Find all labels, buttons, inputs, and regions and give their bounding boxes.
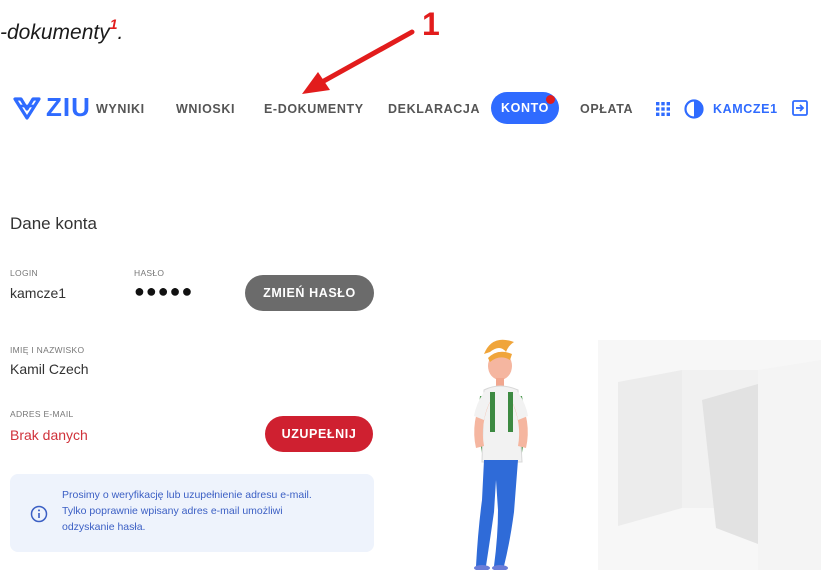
email-label: ADRES E-MAIL xyxy=(10,409,74,419)
email-value: Brak danych xyxy=(10,427,88,443)
info-text: Prosimy o weryfikację lub uzupełnienie a… xyxy=(62,487,362,535)
instruction-caption: -dokumenty1. xyxy=(0,16,124,45)
annotation-number: 1 xyxy=(422,6,440,42)
info-icon xyxy=(30,505,48,523)
nav-wnioski[interactable]: WNIOSKI xyxy=(176,102,235,116)
info-line: Tylko poprawnie wpisany adres e-mail umo… xyxy=(62,505,283,517)
info-line: Prosimy o weryfikację lub uzupełnienie a… xyxy=(62,489,312,501)
ziu-logo[interactable]: ZIU xyxy=(12,92,91,123)
nav-konto-label: KONTO xyxy=(501,101,549,115)
info-line: odzyskanie hasła. xyxy=(62,521,146,533)
login-value: kamcze1 xyxy=(10,285,67,301)
name-value: Kamil Czech xyxy=(10,361,89,377)
section-title: Dane konta xyxy=(10,214,97,233)
nav-konto[interactable]: KONTO xyxy=(491,92,559,124)
password-value: ●●●●● xyxy=(134,281,194,301)
complete-email-button[interactable]: UZUPEŁNIJ xyxy=(265,416,373,452)
login-label: LOGIN xyxy=(10,268,38,278)
contrast-icon[interactable] xyxy=(684,99,704,119)
name-label: IMIĘ I NAZWISKO xyxy=(10,345,85,355)
nav-wyniki[interactable]: WYNIKI xyxy=(96,102,145,116)
student-illustration xyxy=(474,339,821,570)
logout-icon[interactable] xyxy=(791,99,809,117)
apps-grid-icon[interactable] xyxy=(656,102,670,116)
notification-dot xyxy=(546,95,555,104)
caption-superscript: 1 xyxy=(109,16,118,32)
change-password-button[interactable]: ZMIEŃ HASŁO xyxy=(245,275,374,311)
logo-icon xyxy=(13,96,41,120)
email-info-box: Prosimy o weryfikację lub uzupełnienie a… xyxy=(10,474,374,552)
top-navigation: ZIU WYNIKI WNIOSKI E-DOKUMENTY DEKLARACJ… xyxy=(0,88,821,128)
caption-text: -dokumenty xyxy=(0,21,110,44)
nav-oplata[interactable]: OPŁATA xyxy=(580,102,633,116)
logo-text: ZIU xyxy=(46,92,91,122)
password-label: HASŁO xyxy=(134,268,165,278)
user-name[interactable]: KAMCZE1 xyxy=(713,102,778,116)
student-figure xyxy=(474,339,528,570)
nav-deklaracja[interactable]: DEKLARACJA xyxy=(388,102,480,116)
door-graphic xyxy=(598,340,821,570)
nav-e-dokumenty[interactable]: E-DOKUMENTY xyxy=(264,102,364,116)
caption-suffix: . xyxy=(117,21,124,44)
